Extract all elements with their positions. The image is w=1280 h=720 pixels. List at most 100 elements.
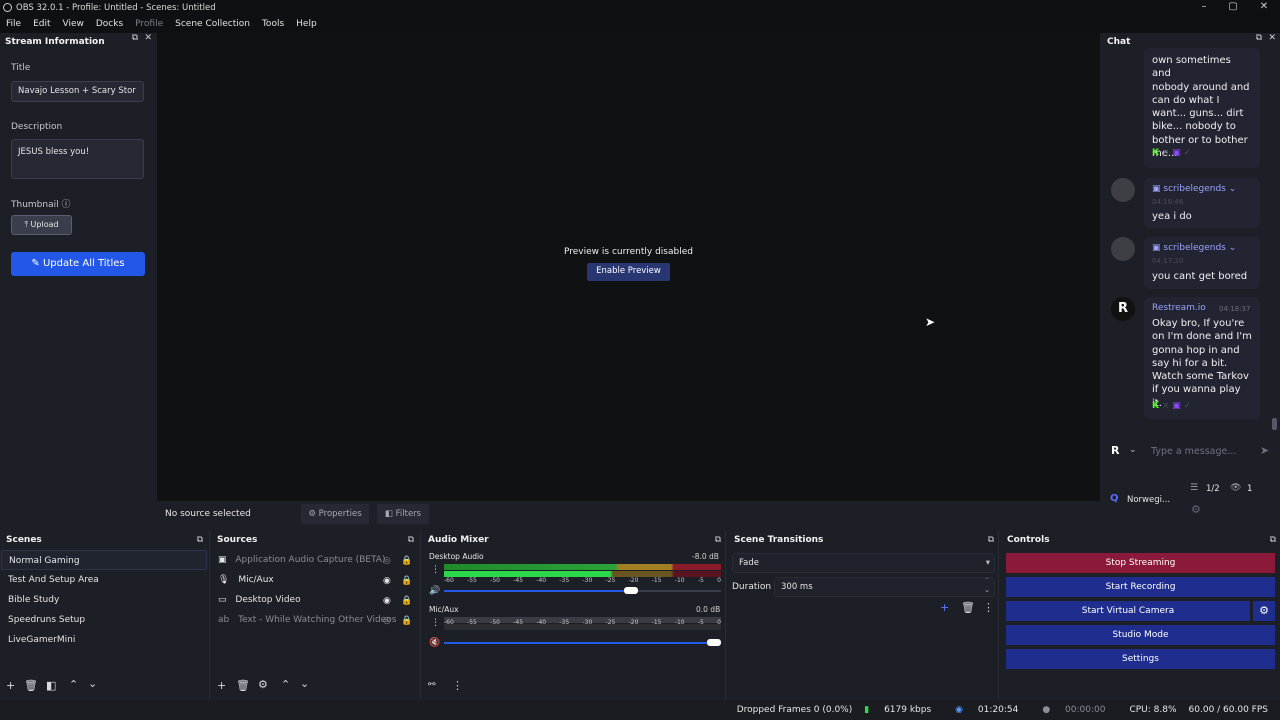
trash-icon[interactable]: 🗑: [24, 679, 38, 692]
speaker-icon[interactable]: 🔊: [429, 586, 440, 596]
source-label: Application Audio Capture (BETA): [235, 555, 386, 565]
more-icon[interactable]: ⋮: [431, 565, 440, 575]
enable-preview-button[interactable]: Enable Preview: [587, 263, 670, 281]
chat-close-icon[interactable]: ✕: [1268, 33, 1276, 43]
dock-float-icon[interactable]: ⧉: [1270, 535, 1276, 545]
duration-input[interactable]: 300 ms ⌃ ⌄: [774, 577, 995, 597]
lock-icon[interactable]: 🔒: [401, 556, 412, 566]
message-line: bike... nobody to: [1152, 121, 1236, 133]
channel-name[interactable]: Norwegi...: [1127, 495, 1170, 505]
lock-icon[interactable]: 🔒: [401, 576, 412, 586]
menu-view[interactable]: View: [63, 19, 84, 29]
dock-float-icon[interactable]: ⧉: [132, 33, 138, 43]
chevron-down-icon[interactable]: ⌄: [1129, 445, 1137, 455]
add-source-icon[interactable]: +: [217, 679, 226, 692]
lock-icon[interactable]: 🔒: [401, 616, 412, 626]
twitch-icon: ▣: [1172, 148, 1181, 158]
start-recording-button[interactable]: Start Recording: [1006, 577, 1275, 597]
chat-messages[interactable]: own sometimes and nobody around and can …: [1102, 48, 1272, 432]
advanced-audio-icon[interactable]: ⚯: [428, 680, 436, 690]
transition-select[interactable]: Fade ▾: [732, 553, 995, 573]
filters-button[interactable]: ◧ Filters: [377, 504, 429, 524]
platform-icons: K × ▣ ✓: [1152, 148, 1192, 158]
eye-hidden-icon[interactable]: ◎: [383, 556, 391, 566]
menu-tools[interactable]: Tools: [262, 19, 284, 29]
chevron-down-icon[interactable]: ⌄: [88, 677, 97, 690]
menu-edit[interactable]: Edit: [33, 19, 50, 29]
chevron-down-icon[interactable]: ⌄: [1229, 184, 1237, 194]
chat-float-icon[interactable]: ⧉: [1256, 33, 1262, 43]
close-icon[interactable]: ✕: [1248, 0, 1280, 15]
minimize-icon[interactable]: –: [1188, 0, 1220, 15]
source-toolbar: No source selected ⚙ Properties ◧ Filter…: [157, 501, 1100, 529]
chevron-down-icon[interactable]: ⌄: [300, 677, 309, 690]
virtual-camera-settings-icon[interactable]: ⚙: [1253, 601, 1275, 621]
studio-mode-button[interactable]: Studio Mode: [1006, 625, 1275, 645]
filter-icon: ◧: [384, 509, 393, 519]
add-scene-icon[interactable]: +: [6, 679, 15, 692]
start-virtual-camera-button[interactable]: Start Virtual Camera: [1006, 601, 1250, 621]
more-icon[interactable]: ⋮: [431, 618, 440, 628]
chat-list-icon: ☰: [1190, 483, 1199, 493]
eye-icon[interactable]: ◉: [383, 576, 391, 586]
channel-db: 0.0 dB: [696, 605, 721, 614]
dock-float-icon[interactable]: ⧉: [988, 535, 994, 545]
description-input[interactable]: JESUS bless you!: [11, 139, 144, 179]
trash-icon[interactable]: 🗑: [961, 601, 975, 614]
volume-slider-handle[interactable]: [623, 587, 638, 594]
chevron-up-icon[interactable]: ⌃: [281, 678, 290, 691]
dock-float-icon[interactable]: ⧉: [197, 535, 203, 545]
scenes-title: Scenes: [6, 535, 42, 545]
preview-area[interactable]: Preview is currently disabled Enable Pre…: [157, 33, 1100, 501]
stop-streaming-button[interactable]: Stop Streaming: [1006, 553, 1275, 573]
message-line: Watch some Tarkov: [1152, 371, 1249, 383]
dock-float-icon[interactable]: ⧉: [408, 535, 414, 545]
send-icon[interactable]: ➤: [1260, 444, 1269, 457]
scene-item[interactable]: Test And Setup Area: [1, 570, 207, 590]
maximize-icon[interactable]: ▢: [1217, 0, 1249, 15]
menu-docks[interactable]: Docks: [96, 19, 123, 29]
menu-file[interactable]: File: [6, 19, 21, 29]
dock-float-icon[interactable]: ⧉: [715, 535, 721, 545]
gear-icon: ⚙: [308, 509, 316, 519]
scene-item[interactable]: LiveGamerMini: [1, 630, 207, 650]
upload-button[interactable]: ⤒ Upload: [11, 215, 72, 235]
menu-scene-collection[interactable]: Scene Collection: [175, 19, 250, 29]
scene-item[interactable]: Bible Study: [1, 590, 207, 610]
chevron-up-icon[interactable]: ⌃: [69, 678, 78, 691]
more-icon[interactable]: ⋮: [983, 601, 994, 614]
trash-icon[interactable]: 🗑: [236, 679, 250, 692]
scene-item[interactable]: Speedruns Setup: [1, 610, 207, 630]
username-text: scribelegends: [1163, 184, 1226, 194]
dock-close-icon[interactable]: ✕: [144, 33, 152, 43]
spin-icon[interactable]: ⌃ ⌄: [984, 578, 990, 595]
viewer-ratio: 1/2: [1206, 484, 1220, 494]
settings-gear-icon[interactable]: ⚙: [1191, 503, 1201, 516]
volume-slider-handle[interactable]: [707, 639, 721, 646]
properties-button[interactable]: ⚙ Properties: [301, 504, 369, 524]
lock-icon[interactable]: 🔒: [401, 596, 412, 606]
eye-icon[interactable]: ◉: [383, 596, 391, 606]
update-all-titles-button[interactable]: ✎ Update All Titles: [11, 252, 145, 276]
scene-item[interactable]: Normal Gaming: [1, 550, 207, 570]
source-label: Mic/Aux: [238, 575, 274, 585]
volume-slider[interactable]: [444, 587, 721, 594]
info-icon[interactable]: ⓘ: [61, 200, 70, 210]
stream-time-text: 01:20:54: [977, 705, 1019, 715]
more-icon[interactable]: ⋮: [452, 679, 463, 692]
muted-speaker-icon[interactable]: 🔇: [429, 638, 440, 648]
add-transition-icon[interactable]: +: [940, 601, 949, 614]
eye-hidden-icon[interactable]: ◎: [383, 616, 391, 626]
volume-slider[interactable]: [444, 639, 721, 646]
chat-username: ▣ scribelegends ⌄: [1152, 184, 1236, 194]
title-input[interactable]: Navajo Lesson + Scary Stor: [11, 81, 144, 102]
menu-profile[interactable]: Profile: [135, 19, 163, 29]
filter-icon[interactable]: ◧: [46, 679, 56, 692]
settings-button[interactable]: Settings: [1006, 649, 1275, 669]
chevron-down-icon[interactable]: ⌄: [1229, 243, 1237, 253]
chat-scrollbar[interactable]: [1272, 418, 1277, 430]
chat-message-input[interactable]: Type a message...: [1151, 446, 1236, 457]
message-line: Okay bro, If you're: [1152, 318, 1245, 329]
gear-icon[interactable]: ⚙: [258, 678, 268, 691]
menu-help[interactable]: Help: [296, 19, 317, 29]
